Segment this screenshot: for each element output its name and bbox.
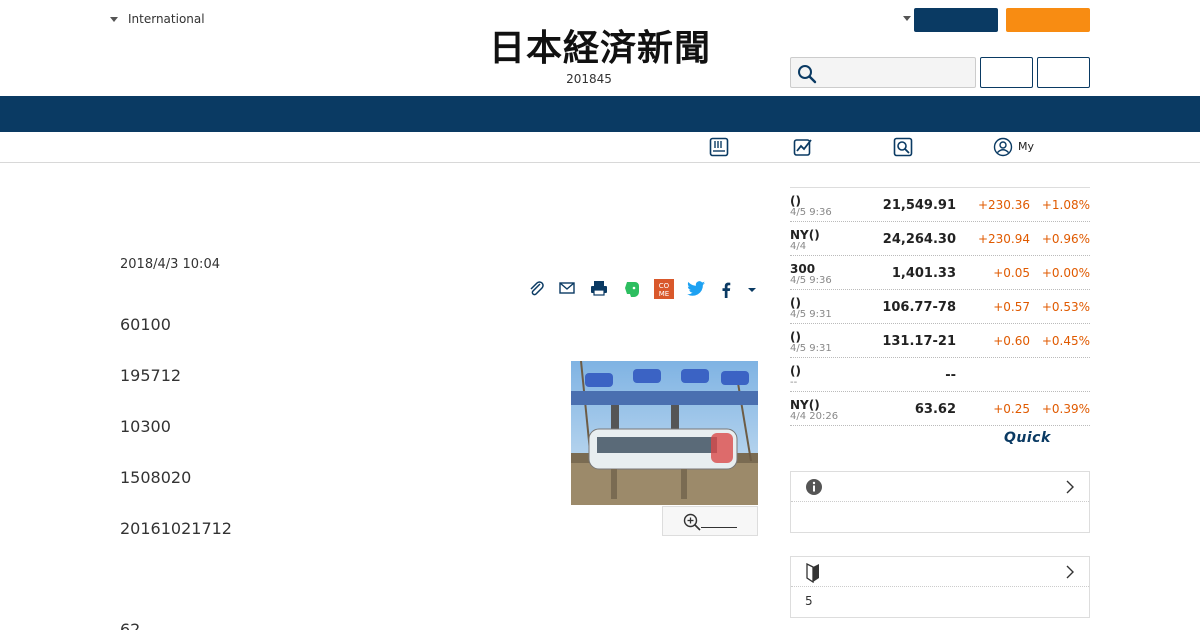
market-value: -- [945,368,956,383]
evernote-icon[interactable] [621,278,643,300]
market-name: () [790,296,801,310]
chevron-right-icon [1066,480,1074,494]
market-time: 4/4 20:26 [790,411,839,422]
search-article-icon[interactable] [893,137,913,157]
header-button-1[interactable] [980,57,1033,88]
search-box [790,57,976,88]
article-paragraph: 1508020 [120,468,192,487]
market-row[interactable]: () 4/5 9:31 106.77-78 +0.57 +0.53% [790,290,1090,324]
beginner-panel-header[interactable] [791,557,1089,587]
article-photo[interactable] [571,361,758,505]
market-percent: +0.53% [1041,300,1090,314]
market-percent: +1.08% [1041,198,1090,212]
zoom-underline [701,527,737,528]
newspaper-icon[interactable] [709,137,729,157]
market-time: 4/4 [790,241,807,252]
market-change: +0.05 [993,266,1030,280]
market-name: 300 [790,262,816,276]
market-percent: +0.39% [1041,402,1090,416]
beginner-panel-body: 5 [791,587,1089,617]
article-paragraph: 195712 [120,366,182,385]
market-name: NY() [790,228,820,242]
market-table: () 4/5 9:36 21,549.91 +230.36 +1.08% NY(… [790,187,1090,426]
caret-down-icon[interactable] [741,278,763,300]
site-logo[interactable]: 日本経済新聞 [440,26,760,70]
market-change: +0.25 [993,402,1030,416]
login-button[interactable] [914,8,998,32]
zoom-in-icon [683,513,701,531]
quick-logo[interactable]: Quick [1004,430,1051,446]
caret-down-icon [110,16,118,22]
market-value: 1,401.33 [891,266,956,281]
region-label: International [128,12,205,26]
market-row[interactable]: 300 4/5 9:36 1,401.33 +0.05 +0.00% [790,256,1090,290]
market-name: NY() [790,398,820,412]
photo-zoom-button[interactable] [662,506,758,536]
market-value: 106.77-78 [882,300,956,315]
market-time: -- [790,377,798,388]
market-percent: +0.45% [1041,334,1090,348]
article-paragraph: 62 [120,620,141,630]
svg-text:ME: ME [659,290,669,298]
site-header: International 日本経済新聞 201845 [0,0,1200,96]
article-paragraph: 10300 [120,417,171,436]
search-icon[interactable] [797,64,817,84]
market-value: 63.62 [914,402,956,417]
caret-down-icon[interactable] [903,16,911,21]
article-date: 2018/4/3 10:04 [120,257,220,272]
print-icon[interactable] [588,278,610,300]
facebook-icon[interactable] [715,278,737,300]
article-paragraph: 60100 [120,315,171,334]
market-name: () [790,330,801,344]
article-paragraph: 20161021712 [120,519,232,538]
svg-text:CO: CO [659,282,670,290]
market-row[interactable]: () 4/5 9:31 131.17-21 +0.60 +0.45% [790,324,1090,358]
info-icon [806,479,822,495]
market-chart-icon[interactable] [793,137,813,157]
beginner-mark-icon [806,563,819,583]
market-time: 4/5 9:36 [790,275,832,286]
monorail-photo-illustration [571,361,758,505]
market-value: 24,264.30 [882,232,956,247]
clip-icon[interactable] [526,278,548,300]
market-change: +0.60 [993,334,1030,348]
header-button-2[interactable] [1037,57,1090,88]
market-value: 131.17-21 [882,334,956,349]
user-avatar-icon[interactable] [993,137,1013,157]
market-time: 4/5 9:31 [790,309,832,320]
market-row[interactable]: () 4/5 9:36 21,549.91 +230.36 +1.08% [790,188,1090,222]
market-time: 4/5 9:31 [790,343,832,354]
info-panel-body [791,502,1089,532]
beginner-panel: 5 [790,556,1090,618]
mail-icon[interactable] [556,278,578,300]
market-row[interactable]: () -- -- [790,358,1090,392]
market-percent: +0.00% [1041,266,1090,280]
market-change: +230.94 [977,232,1030,246]
market-change: +230.36 [977,198,1030,212]
region-selector[interactable]: International [110,12,205,26]
my-page-link[interactable]: My [1018,140,1034,153]
beginner-panel-text: 5 [805,594,813,608]
info-panel-header[interactable] [791,472,1089,502]
chevron-right-icon [1066,565,1074,579]
market-value: 21,549.91 [882,198,956,213]
market-change: +0.57 [993,300,1030,314]
market-time: 4/5 9:36 [790,207,832,218]
market-row[interactable]: NY() 4/4 20:26 63.62 +0.25 +0.39% [790,392,1090,426]
main-nav-bar[interactable] [0,96,1200,132]
sub-nav: My [0,132,1200,163]
come-icon[interactable]: CO ME [653,278,675,300]
subscribe-button[interactable] [1006,8,1090,32]
market-percent: +0.96% [1041,232,1090,246]
market-name: () [790,194,801,208]
twitter-icon[interactable] [685,278,707,300]
edition-number: 201845 [566,72,612,86]
market-row[interactable]: NY() 4/4 24,264.30 +230.94 +0.96% [790,222,1090,256]
market-name: () [790,364,801,378]
info-panel [790,471,1090,533]
search-input[interactable] [821,61,971,85]
